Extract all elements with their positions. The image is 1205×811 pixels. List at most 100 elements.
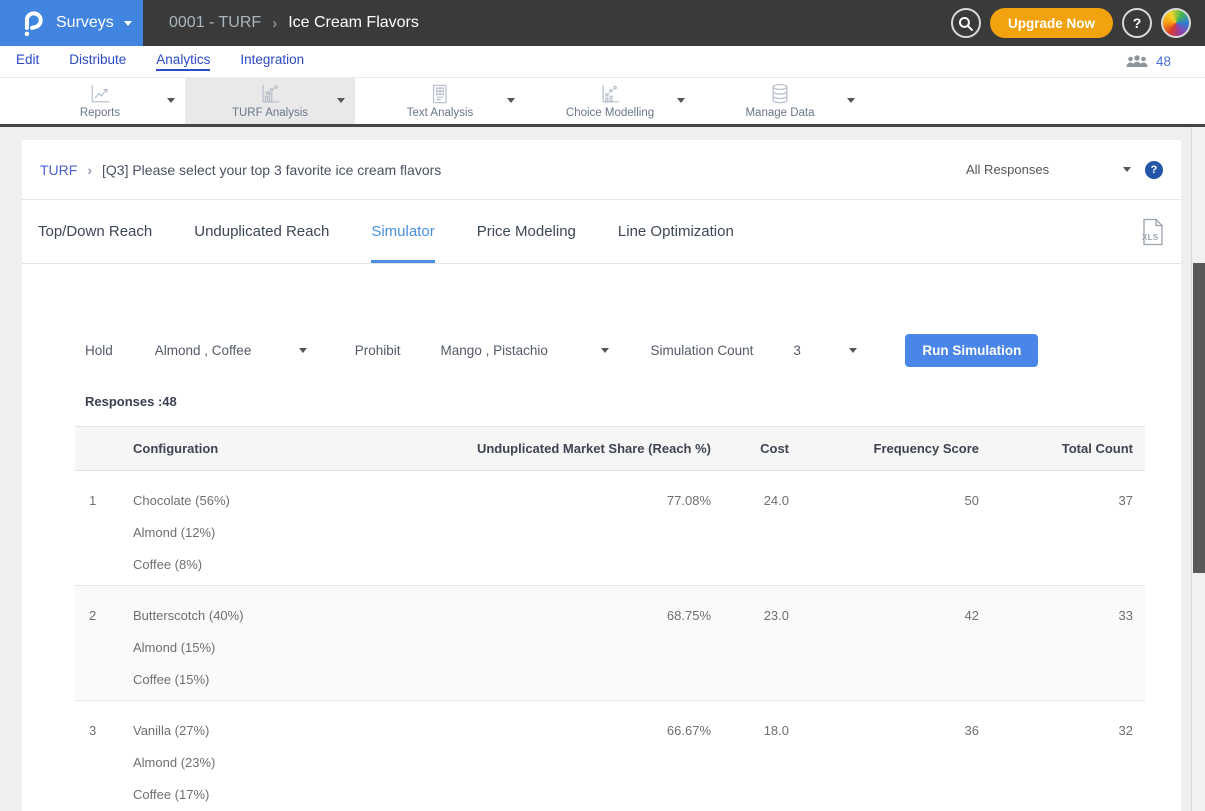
text-document-icon	[428, 83, 452, 105]
surveys-product-menu[interactable]: Surveys	[0, 0, 143, 46]
responses-filter-select[interactable]: All Responses	[966, 162, 1131, 177]
tab-price-modeling[interactable]: Price Modeling	[477, 200, 576, 263]
toolbar-item-reports[interactable]: Reports	[15, 78, 185, 124]
toolbar-item-label: TURF Analysis	[232, 107, 308, 119]
question-text: [Q3] Please select your top 3 favorite i…	[102, 162, 441, 178]
chevron-down-icon[interactable]	[677, 98, 685, 103]
config-item: Chocolate (56%)	[133, 485, 433, 517]
top-header: Surveys 0001 - TURF › Ice Cream Flavors …	[0, 0, 1205, 46]
vertical-scrollbar-thumb[interactable]	[1193, 263, 1205, 573]
simulation-count-value: 3	[793, 343, 801, 358]
responses-filter-value: All Responses	[966, 162, 1049, 177]
survey-title: Ice Cream Flavors	[288, 14, 419, 32]
survey-nav-links: Edit Distribute Analytics Integration	[16, 52, 304, 71]
frequency-cell: 50	[801, 471, 991, 586]
frequency-cell: 36	[801, 701, 991, 811]
nav-item-edit[interactable]: Edit	[16, 52, 39, 71]
configuration-column-header: Configuration	[133, 427, 433, 471]
cost-column-header: Cost	[723, 427, 801, 471]
respondent-count: 48	[1156, 54, 1171, 69]
config-item: Coffee (8%)	[133, 549, 433, 581]
hold-select[interactable]: Almond , Coffee	[155, 343, 307, 358]
help-button[interactable]: ?	[1122, 8, 1152, 38]
product-menu-label: Surveys	[56, 14, 114, 32]
reach-cell: 77.08%	[433, 471, 723, 586]
upgrade-now-button[interactable]: Upgrade Now	[990, 8, 1113, 38]
questionpro-logo-icon	[20, 8, 46, 39]
row-index: 2	[75, 586, 133, 701]
config-item: Almond (12%)	[133, 517, 433, 549]
question-bar: TURF › [Q3] Please select your top 3 fav…	[22, 140, 1181, 200]
config-item: Butterscotch (40%)	[133, 600, 433, 632]
toolbar-item-text-analysis[interactable]: Text Analysis	[355, 78, 525, 124]
total-count-column-header: Total Count	[991, 427, 1145, 471]
table-row: 2 Butterscotch (40%) Almond (15%) Coffee…	[75, 586, 1145, 701]
line-chart-icon	[88, 83, 112, 105]
chevron-down-icon	[1123, 167, 1131, 172]
table-row: 1 Chocolate (56%) Almond (12%) Coffee (8…	[75, 471, 1145, 586]
reach-column-header: Unduplicated Market Share (Reach %)	[433, 427, 723, 471]
survey-nav: Edit Distribute Analytics Integration 48	[0, 46, 1205, 78]
turf-tabs: Top/Down Reach Unduplicated Reach Simula…	[22, 200, 1181, 264]
people-icon	[1126, 54, 1148, 69]
hold-label: Hold	[85, 343, 113, 358]
nav-item-distribute[interactable]: Distribute	[69, 52, 126, 71]
main-content: TURF › [Q3] Please select your top 3 fav…	[0, 127, 1205, 811]
config-item: Coffee (15%)	[133, 664, 433, 696]
turf-breadcrumb-link[interactable]: TURF	[40, 162, 77, 178]
tab-unduplicated-reach[interactable]: Unduplicated Reach	[194, 200, 329, 263]
export-xls-button[interactable]: XLS	[1141, 218, 1165, 246]
reach-cell: 66.67%	[433, 701, 723, 811]
user-avatar[interactable]	[1161, 8, 1191, 38]
prohibit-label: Prohibit	[355, 343, 401, 358]
frequency-cell: 42	[801, 586, 991, 701]
total-count-cell: 37	[991, 471, 1145, 586]
toolbar-item-label: Manage Data	[745, 107, 814, 119]
chevron-down-icon[interactable]	[337, 98, 345, 103]
toolbar-item-label: Text Analysis	[407, 107, 473, 119]
run-simulation-button[interactable]: Run Simulation	[905, 334, 1038, 367]
question-mark-icon: ?	[1151, 164, 1158, 176]
hold-value: Almond , Coffee	[155, 343, 252, 358]
total-count-cell: 32	[991, 701, 1145, 811]
tab-top-down-reach[interactable]: Top/Down Reach	[38, 200, 152, 263]
config-item: Almond (23%)	[133, 747, 433, 779]
cost-cell: 18.0	[723, 701, 801, 811]
search-button[interactable]	[951, 8, 981, 38]
question-bar-actions: All Responses ?	[966, 161, 1163, 179]
simulation-count-select[interactable]: 3	[793, 343, 857, 358]
total-count-cell: 33	[991, 586, 1145, 701]
cost-cell: 24.0	[723, 471, 801, 586]
top-actions: Upgrade Now ?	[951, 8, 1191, 38]
config-cell: Vanilla (27%) Almond (23%) Coffee (17%)	[133, 701, 433, 811]
prohibit-select[interactable]: Mango , Pistachio	[441, 343, 609, 358]
responses-count-label: Responses :48	[85, 394, 1181, 409]
nav-item-analytics[interactable]: Analytics	[156, 52, 210, 71]
simulation-table: Configuration Unduplicated Market Share …	[75, 426, 1145, 811]
toolbar-item-label: Reports	[80, 107, 120, 119]
toolbar-item-turf-analysis[interactable]: TURF Analysis	[185, 78, 355, 124]
tab-simulator[interactable]: Simulator	[371, 200, 434, 263]
page-help-button[interactable]: ?	[1145, 161, 1163, 179]
tab-line-optimization[interactable]: Line Optimization	[618, 200, 734, 263]
reach-cell: 68.75%	[433, 586, 723, 701]
chevron-down-icon[interactable]	[167, 98, 175, 103]
chevron-down-icon[interactable]	[847, 98, 855, 103]
config-cell: Butterscotch (40%) Almond (15%) Coffee (…	[133, 586, 433, 701]
toolbar-item-choice-modelling[interactable]: Choice Modelling	[525, 78, 695, 124]
respondent-counter[interactable]: 48	[1126, 54, 1171, 69]
survey-id[interactable]: 0001 - TURF	[169, 14, 261, 32]
toolbar-item-manage-data[interactable]: Manage Data	[695, 78, 865, 124]
chevron-down-icon	[124, 21, 132, 26]
config-item: Almond (15%)	[133, 632, 433, 664]
chevron-down-icon[interactable]	[507, 98, 515, 103]
choice-chart-icon	[598, 83, 622, 105]
nav-item-integration[interactable]: Integration	[240, 52, 304, 71]
simulation-table-wrap: Configuration Unduplicated Market Share …	[75, 426, 1145, 811]
vertical-scrollbar[interactable]	[1191, 127, 1205, 811]
table-row: 3 Vanilla (27%) Almond (23%) Coffee (17%…	[75, 701, 1145, 811]
chevron-right-icon: ›	[272, 15, 277, 32]
simulation-count-label: Simulation Count	[651, 343, 754, 358]
chevron-down-icon	[299, 348, 307, 353]
turf-card: TURF › [Q3] Please select your top 3 fav…	[22, 140, 1181, 811]
